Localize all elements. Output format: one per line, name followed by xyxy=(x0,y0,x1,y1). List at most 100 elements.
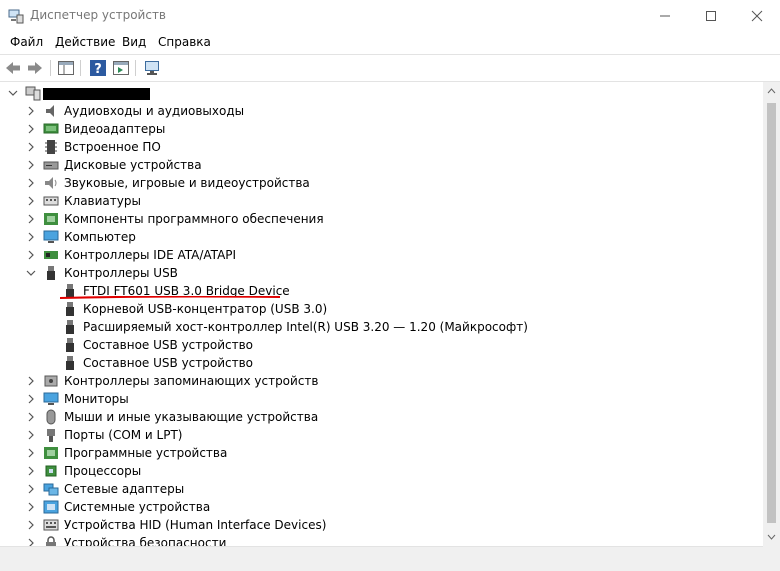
tree-category[interactable]: Мыши и иные указывающие устройства xyxy=(0,408,763,426)
tree-category-label: Контроллеры USB xyxy=(64,266,178,280)
usb-icon xyxy=(47,266,55,280)
chevron-right-icon[interactable] xyxy=(25,411,37,423)
help-icon: ? xyxy=(90,60,106,77)
minimize-button[interactable] xyxy=(642,0,688,32)
chevron-right-icon[interactable] xyxy=(25,231,37,243)
status-bar xyxy=(0,563,780,571)
chevron-right-icon[interactable] xyxy=(25,519,37,531)
chevron-right-icon[interactable] xyxy=(25,105,37,117)
tree-category-usb-controllers[interactable]: Контроллеры USB xyxy=(0,264,763,282)
disk-drive-icon xyxy=(43,161,59,170)
menu-help[interactable]: Справка xyxy=(158,35,211,49)
tree-category-label: Сетевые адаптеры xyxy=(64,482,185,496)
scan-hardware-button[interactable] xyxy=(143,59,161,77)
forward-button[interactable] xyxy=(26,59,44,77)
menu-file[interactable]: Файл xyxy=(10,35,43,49)
tree-device[interactable]: Составное USB устройство xyxy=(0,336,763,354)
tree-category[interactable]: Контроллеры IDE ATA/ATAPI xyxy=(0,246,763,264)
tree-category[interactable]: Встроенное ПО xyxy=(0,138,763,156)
maximize-button[interactable] xyxy=(688,0,734,32)
tree-root-computer[interactable] xyxy=(0,84,763,102)
keyboard-icon xyxy=(43,196,59,206)
tree-category-label: Встроенное ПО xyxy=(64,140,161,154)
chevron-right-icon[interactable] xyxy=(25,393,37,405)
tree-category-label: Процессоры xyxy=(64,464,142,478)
system-device-icon xyxy=(43,500,59,514)
title-bar[interactable]: Диспетчер устройств xyxy=(0,0,780,32)
vertical-scrollbar[interactable] xyxy=(763,82,780,546)
chevron-right-icon[interactable] xyxy=(25,213,37,225)
toolbar-separator xyxy=(50,60,51,76)
chevron-down-icon[interactable] xyxy=(25,267,37,279)
ide-controller-icon xyxy=(44,251,58,259)
scroll-up-icon[interactable] xyxy=(763,84,780,98)
chevron-right-icon[interactable] xyxy=(25,159,37,171)
tree-category[interactable]: Мониторы xyxy=(0,390,763,408)
device-tree[interactable]: Аудиовходы и аудиовыходы Видеоадаптеры В… xyxy=(0,82,763,546)
scroll-down-icon[interactable] xyxy=(763,530,780,544)
tree-category[interactable]: Звуковые, игровые и видеоустройства xyxy=(0,174,763,192)
chevron-right-icon[interactable] xyxy=(25,375,37,387)
tree-category[interactable]: Компоненты программного обеспечения xyxy=(0,210,763,228)
chevron-right-icon[interactable] xyxy=(25,501,37,513)
tree-category-label: Контроллеры запоминающих устройств xyxy=(64,374,319,388)
horizontal-scrollbar[interactable] xyxy=(0,546,763,564)
device-manager-app-icon xyxy=(8,8,24,24)
tree-device[interactable]: Расширяемый хост-контроллер Intel(R) USB… xyxy=(0,318,763,336)
tree-category[interactable]: Порты (COM и LPT) xyxy=(0,426,763,444)
tree-device-label: Расширяемый хост-контроллер Intel(R) USB… xyxy=(83,320,528,334)
tree-category[interactable]: Дисковые устройства xyxy=(0,156,763,174)
close-button[interactable] xyxy=(734,0,780,32)
tree-category[interactable]: Компьютер xyxy=(0,228,763,246)
chevron-right-icon[interactable] xyxy=(25,465,37,477)
display-adapter-icon xyxy=(43,123,59,134)
tree-category[interactable]: Видеоадаптеры xyxy=(0,120,763,138)
chevron-right-icon[interactable] xyxy=(25,141,37,153)
tree-category[interactable]: Устройства HID (Human Interface Devices) xyxy=(0,516,763,534)
maximize-icon xyxy=(706,11,716,21)
tree-category[interactable]: Процессоры xyxy=(0,462,763,480)
tree-category[interactable]: Программные устройства xyxy=(0,444,763,462)
show-hide-console-tree-button[interactable] xyxy=(57,59,75,77)
scan-hardware-icon xyxy=(145,61,159,75)
chevron-right-icon[interactable] xyxy=(25,123,37,135)
tree-category-label: Звуковые, игровые и видеоустройства xyxy=(64,176,310,190)
usb-device-icon xyxy=(66,356,74,370)
chevron-right-icon[interactable] xyxy=(25,483,37,495)
chevron-right-icon[interactable] xyxy=(25,429,37,441)
chevron-right-icon[interactable] xyxy=(25,177,37,189)
tree-device[interactable]: Составное USB устройство xyxy=(0,354,763,372)
tree-category[interactable]: Контроллеры запоминающих устройств xyxy=(0,372,763,390)
tree-category[interactable]: Аудиовходы и аудиовыходы xyxy=(0,102,763,120)
toolbar: ? xyxy=(0,54,780,82)
tree-category-label: Программные устройства xyxy=(64,446,228,460)
port-icon xyxy=(47,429,55,442)
mouse-icon xyxy=(46,409,56,425)
chevron-down-icon[interactable] xyxy=(7,87,19,99)
software-component-icon xyxy=(44,213,58,225)
back-button[interactable] xyxy=(4,59,22,77)
network-adapter-icon xyxy=(43,483,59,496)
tree-device[interactable]: Корневой USB-концентратор (USB 3.0) xyxy=(0,300,763,318)
tree-category[interactable]: Устройства безопасности xyxy=(0,534,763,546)
tree-category[interactable]: Системные устройства xyxy=(0,498,763,516)
red-underline-annotation xyxy=(60,296,280,299)
tree-category[interactable]: Клавиатуры xyxy=(0,192,763,210)
monitor-icon xyxy=(43,392,59,405)
chevron-right-icon[interactable] xyxy=(25,195,37,207)
tree-category-label: Системные устройства xyxy=(64,500,211,514)
tree-device-label: Составное USB устройство xyxy=(83,338,254,352)
properties-icon xyxy=(113,61,129,75)
chevron-right-icon[interactable] xyxy=(25,249,37,261)
chevron-right-icon[interactable] xyxy=(25,537,37,546)
toolbar-separator xyxy=(135,60,136,76)
properties-button[interactable] xyxy=(112,59,130,77)
tree-category[interactable]: Сетевые адаптеры xyxy=(0,480,763,498)
chevron-right-icon[interactable] xyxy=(25,447,37,459)
scroll-thumb[interactable] xyxy=(767,103,776,523)
help-button[interactable]: ? xyxy=(89,59,107,77)
menu-action[interactable]: Действие xyxy=(55,35,115,49)
hid-icon xyxy=(43,519,59,531)
tree-category-label: Устройства безопасности xyxy=(64,536,227,546)
menu-view[interactable]: Вид xyxy=(122,35,146,49)
